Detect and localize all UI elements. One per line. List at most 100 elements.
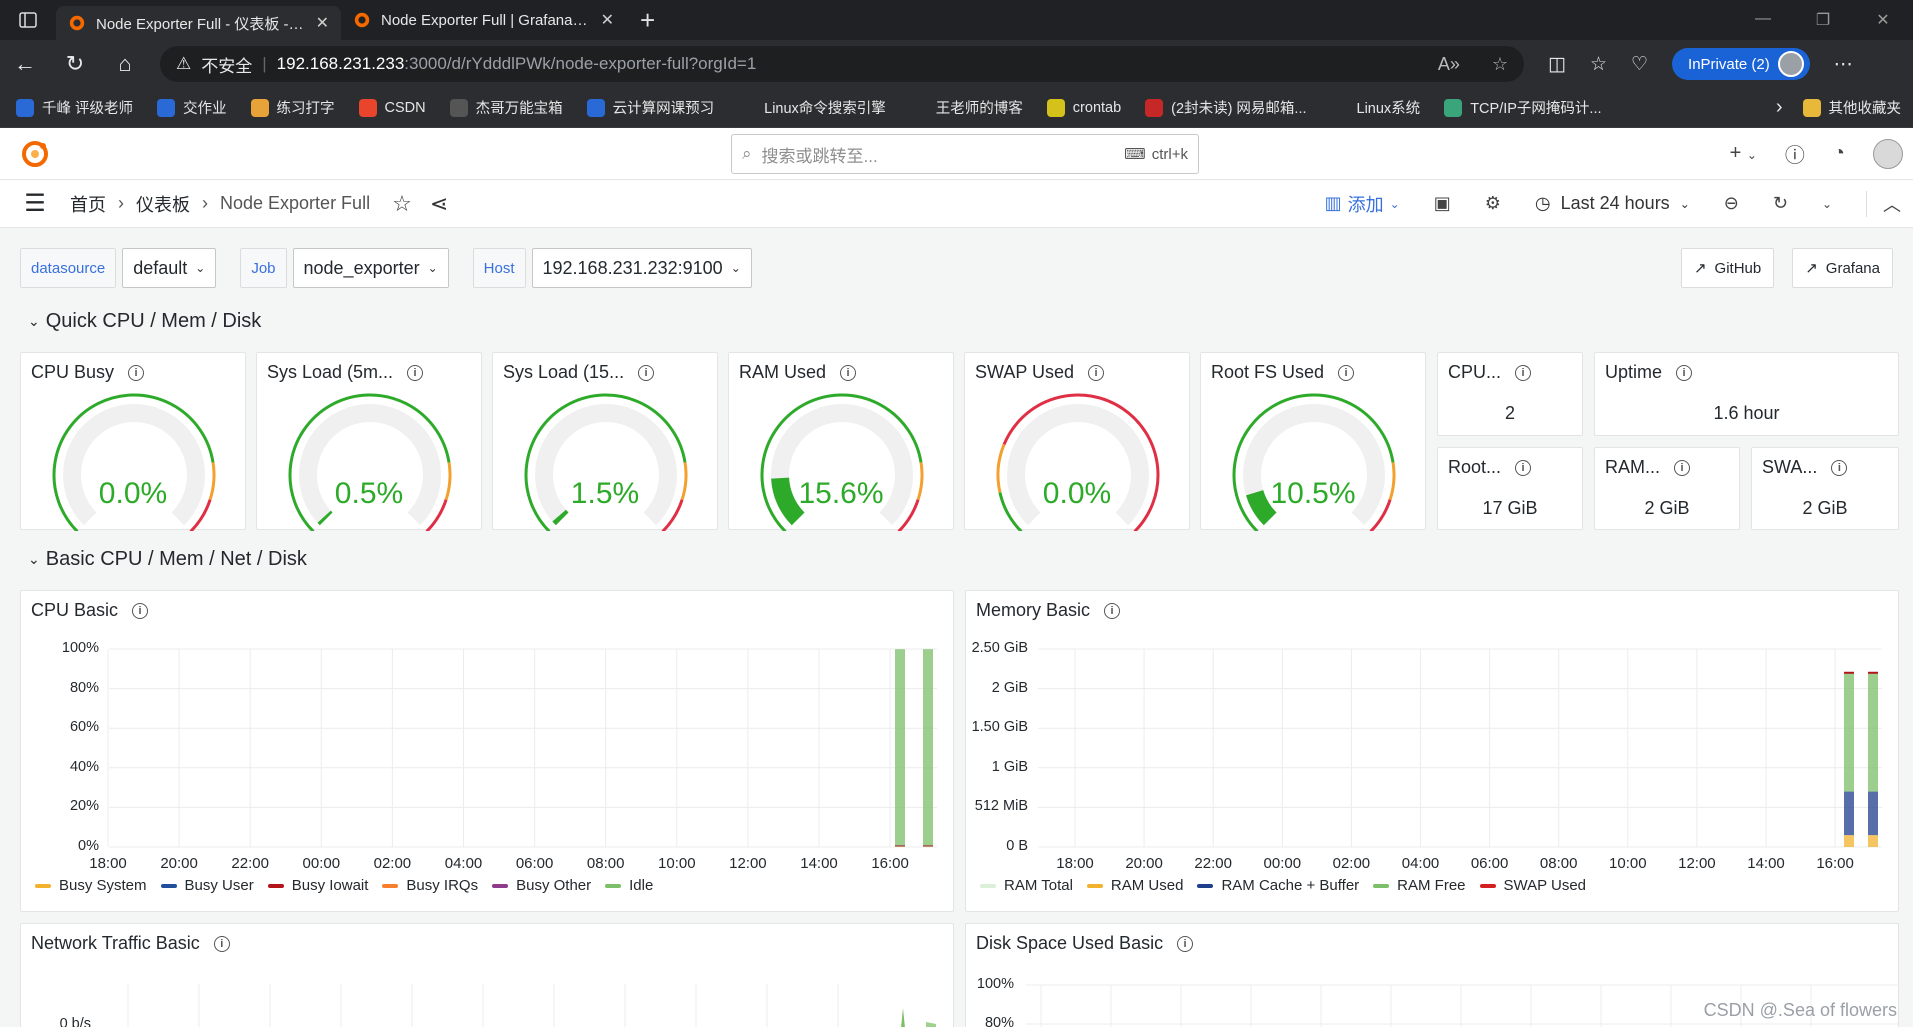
legend-item[interactable]: Busy Iowait — [267, 877, 368, 894]
gauge-panel[interactable]: Sys Load (15... i 1.5% — [492, 352, 718, 531]
bookmark-item[interactable]: 千峰 评级老师 — [16, 97, 133, 118]
restore-icon[interactable]: ❐ — [1793, 10, 1853, 30]
row-quick-cpu-mem-disk[interactable]: ⌄ Quick CPU / Mem / Disk — [28, 310, 261, 333]
panel-memory-basic[interactable]: Memory Basic i 2.50 GiB 2 GiB 1.50 GiB 1 GiB… — [965, 590, 1899, 912]
info-icon[interactable]: i — [407, 364, 424, 381]
breadcrumb-home[interactable]: 首页 — [70, 191, 106, 217]
legend-label: Busy User — [184, 877, 254, 894]
stat-panel[interactable]: RAM... i 2 GiB — [1594, 447, 1740, 530]
info-icon[interactable]: i — [1338, 364, 1355, 381]
refresh-interval-chevron-icon[interactable]: ⌄ — [1822, 197, 1832, 211]
reload-icon[interactable]: ↻ — [50, 40, 100, 88]
legend-item[interactable]: RAM Used — [1086, 877, 1183, 894]
legend-item[interactable]: RAM Total — [980, 877, 1073, 894]
info-icon[interactable]: i — [638, 364, 655, 381]
user-avatar[interactable] — [1873, 138, 1903, 169]
bookmark-item[interactable]: Linux命令搜索引擎 — [738, 97, 886, 118]
info-icon[interactable]: i — [128, 364, 145, 381]
row-basic-cpu-mem-net-disk[interactable]: ⌄ Basic CPU / Mem / Net / Disk — [28, 548, 307, 571]
grafana-logo-icon[interactable] — [0, 140, 70, 168]
info-icon[interactable]: i — [1515, 364, 1532, 381]
var-value: 192.168.231.232:9100 — [542, 257, 723, 278]
panel-cpu-basic[interactable]: CPU Basic i 100% 80% 60% 40% 20% 0% 18:00 20:00 2… — [20, 590, 954, 912]
bookmark-item[interactable]: TCP/IP子网掩码计... — [1444, 97, 1602, 118]
close-window-icon[interactable]: ✕ — [1853, 10, 1913, 30]
stat-panel[interactable]: SWA... i 2 GiB — [1751, 447, 1899, 530]
gauge-panel[interactable]: Sys Load (5m... i 0.5% — [256, 352, 482, 531]
help-icon[interactable]: ⓘ — [1785, 139, 1805, 168]
close-tab-icon[interactable]: ✕ — [316, 13, 329, 33]
favorite-star-icon[interactable]: ☆ — [1492, 54, 1508, 75]
github-link[interactable]: ↗ GitHub — [1680, 248, 1775, 288]
info-icon[interactable]: i — [1831, 459, 1848, 476]
settings-gear-icon[interactable]: ⚙ — [1485, 193, 1501, 214]
bookmark-item[interactable]: (2封未读) 网易邮箱... — [1145, 97, 1307, 118]
split-screen-icon[interactable]: ◫ — [1548, 53, 1566, 76]
info-icon[interactable]: i — [1674, 459, 1691, 476]
bookmark-item[interactable]: Linux系统 — [1330, 97, 1420, 118]
panel-network-traffic-basic[interactable]: Network Traffic Basic i 0 b/s — [20, 923, 954, 1027]
bookmark-item[interactable]: CSDN — [358, 98, 426, 117]
time-range-picker[interactable]: ◷ Last 24 hours ⌄ — [1535, 193, 1690, 214]
save-icon[interactable]: ▣ — [1434, 193, 1451, 214]
read-aloud-icon[interactable]: A» — [1438, 54, 1460, 75]
legend-item[interactable]: RAM Free — [1373, 877, 1466, 894]
more-menu-icon[interactable]: ⋯ — [1834, 53, 1853, 76]
stat-panel[interactable]: Root... i 17 GiB — [1437, 447, 1583, 530]
gauge-panel[interactable]: Root FS Used i 10.5% — [1200, 352, 1426, 531]
var-select-host[interactable]: 192.168.231.232:9100 ⌄ — [531, 248, 752, 288]
info-icon[interactable]: i — [1088, 364, 1105, 381]
breadcrumb-dashboards[interactable]: 仪表板 — [136, 191, 190, 217]
url-field[interactable]: ⚠ 不安全 | 192.168.231.233:3000/d/rYdddlPWk… — [160, 46, 1524, 82]
bookmark-item[interactable]: 练习打字 — [250, 97, 335, 118]
legend-item[interactable]: Idle — [605, 877, 653, 894]
new-menu-button[interactable]: + ⌄ — [1730, 142, 1757, 165]
minimize-icon[interactable]: — — [1733, 10, 1793, 30]
tab-grafana-labs[interactable]: Node Exporter Full | Grafana Labs ✕ — [341, 0, 626, 40]
series-bar — [1868, 672, 1878, 792]
refresh-icon[interactable]: ↻ — [1773, 193, 1788, 214]
other-bookmarks-folder[interactable]: 其他收藏夹 — [1802, 97, 1901, 118]
tab-grafana-dashboard[interactable]: Node Exporter Full - 仪表板 - Grafana ✕ — [56, 6, 341, 40]
bookmark-item[interactable]: 杰哥万能宝箱 — [449, 97, 563, 118]
share-icon[interactable]: ⋖ — [430, 191, 448, 217]
back-icon[interactable]: ← — [0, 40, 50, 88]
legend-item[interactable]: SWAP Used — [1479, 877, 1586, 894]
chevron-right-icon[interactable]: › — [1776, 96, 1783, 119]
bookmark-label: 云计算网课预习 — [612, 101, 715, 117]
favorites-icon[interactable]: ☆ — [1590, 53, 1607, 76]
gauge-panel[interactable]: CPU Busy i 0.0% — [20, 352, 246, 531]
gauge-panel[interactable]: RAM Used i 15.6% — [728, 352, 954, 531]
collapse-chevron-up-icon[interactable]: ︿ — [1866, 190, 1901, 217]
stat-panel[interactable]: CPU... i 2 — [1437, 352, 1583, 436]
new-tab-icon[interactable]: + — [626, 5, 669, 36]
inprivate-button[interactable]: InPrivate (2) — [1672, 48, 1810, 80]
gauge-panel[interactable]: SWAP Used i 0.0% — [964, 352, 1190, 531]
legend-item[interactable]: RAM Cache + Buffer — [1197, 877, 1359, 894]
search-input[interactable]: ⌕ 搜索或跳转至... ⌨ ctrl+k — [731, 134, 1199, 174]
bookmark-item[interactable]: 交作业 — [157, 97, 227, 118]
var-select-datasource[interactable]: default ⌄ — [122, 248, 217, 288]
legend-item[interactable]: Busy Other — [492, 877, 591, 894]
close-tab-icon[interactable]: ✕ — [601, 10, 614, 30]
info-icon[interactable]: i — [840, 364, 857, 381]
menu-icon[interactable]: ☰ — [0, 189, 70, 218]
legend-item[interactable]: Busy User — [160, 877, 254, 894]
info-icon[interactable]: i — [1515, 459, 1532, 476]
bookmark-item[interactable]: 王老师的博客 — [909, 97, 1023, 118]
stat-panel[interactable]: Uptime i 1.6 hour — [1594, 352, 1899, 436]
home-icon[interactable]: ⌂ — [100, 40, 150, 88]
star-icon[interactable]: ☆ — [392, 191, 412, 217]
bookmark-item[interactable]: 云计算网课预习 — [586, 97, 715, 118]
browser-essentials-icon[interactable]: ♡ — [1631, 53, 1648, 76]
grafana-link[interactable]: ↗ Grafana — [1792, 248, 1893, 288]
info-icon[interactable]: i — [1676, 364, 1693, 381]
var-select-job[interactable]: node_exporter ⌄ — [292, 248, 449, 288]
legend-item[interactable]: Busy IRQs — [382, 877, 478, 894]
add-button[interactable]: ▥ 添加 ⌄ — [1325, 191, 1400, 217]
legend-item[interactable]: Busy System — [35, 877, 147, 894]
bookmark-item[interactable]: crontab — [1046, 98, 1121, 117]
zoom-out-icon[interactable]: ⊖ — [1724, 193, 1739, 214]
tab-actions-icon[interactable] — [0, 0, 56, 40]
news-rss-icon[interactable]: ◔ — [1833, 142, 1845, 165]
